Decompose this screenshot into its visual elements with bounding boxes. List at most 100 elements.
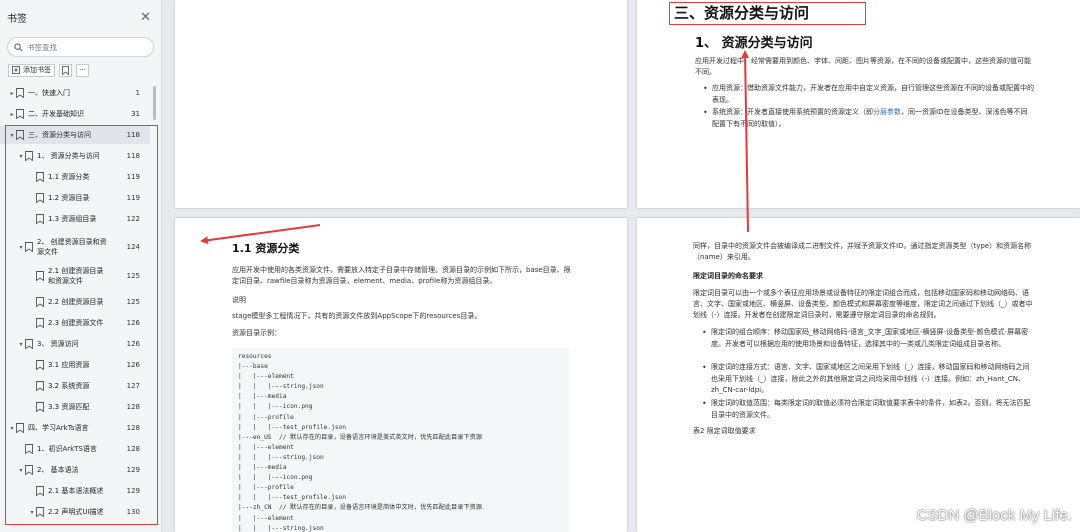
document-page-top-left (175, 0, 627, 208)
bookmark-item-page: 1 (135, 89, 140, 97)
expand-down-icon[interactable]: ▾ (8, 425, 16, 432)
bookmark-icon (36, 381, 44, 391)
expand-down-icon[interactable]: ▾ (8, 132, 16, 139)
bookmark-item-page: 128 (126, 424, 140, 432)
bookmark-item-label: 1.3 资源组目录 (48, 215, 97, 223)
bookmark-icon (36, 214, 44, 224)
bookmark-icon (36, 271, 44, 281)
bookmark-search-input[interactable] (27, 42, 137, 52)
resource-id-paragraph: 同样，目录中的资源文件会被编译成二进制文件，并赋予资源文件ID。通过指定资源类型… (693, 242, 1032, 262)
add-bookmark-icon (12, 66, 20, 74)
stage-note: stage模型多工程情况下，共有的资源文件放到AppScope下的resourc… (232, 312, 482, 320)
bookmark-panel: 书签 ✕ 添加书签 ··· ▸ 一、快速入门 1 ▸ 二、开发基础知识 31 ▾ 三、资源分类… (0, 0, 162, 532)
bookmark-item-page: 31 (131, 110, 140, 118)
bullet-text-pre: 系统资源：开发者直接使用系统预置的资源定义（即 (712, 108, 873, 116)
bookmark-item-page: 124 (126, 243, 140, 251)
bookmark-icon (36, 193, 44, 203)
bookmark-item[interactable]: ▾ 3、 资源访问 126 (0, 335, 150, 353)
bookmark-icon (36, 360, 44, 370)
expand-down-icon[interactable]: ▾ (17, 341, 25, 348)
bookmark-icon (36, 172, 44, 182)
bookmark-icon (36, 402, 44, 412)
bullet-app-resource: 应用资源：借助资源文件能力，开发者在应用中自定义资源，自行管理这些资源在不同的设… (703, 83, 1034, 106)
subsection-heading: 1.1 资源分类 (232, 242, 300, 255)
bookmark-icon (25, 465, 33, 475)
bookmark-search-box[interactable] (7, 37, 154, 57)
bookmark-toolbar: 添加书签 ··· (8, 63, 161, 77)
bookmark-item[interactable]: 2.3 创建资源文件 126 (0, 314, 150, 332)
bookmark-item-label: 2、 基本语法 (37, 466, 79, 474)
bookmark-item[interactable]: ▸ 二、开发基础知识 31 (0, 105, 150, 123)
more-button[interactable]: ··· (76, 63, 89, 77)
bullet-value-range: 限定词的取值范围：每类限定词的取值必须符合限定词取值要求表中的条件，如表2。否则… (702, 398, 1035, 421)
bookmark-icon (62, 65, 69, 75)
bookmark-item-label: 2.1 创建资源目录和资源文件 (48, 267, 104, 285)
bookmark-item-label: 3、 资源访问 (37, 340, 79, 348)
bookmark-item-label: 1、 资源分类与访问 (37, 152, 100, 160)
bookmark-item[interactable]: 1、初识ArkTS语言 128 (0, 440, 150, 458)
watermark: CSDN @Block My Life. (916, 507, 1072, 524)
layered-params-link[interactable]: 分层参数 (873, 108, 901, 116)
bookmark-icon (16, 88, 24, 98)
bookmark-item-page: 119 (126, 194, 140, 202)
bookmark-item[interactable]: 1.2 资源目录 119 (0, 189, 150, 207)
bullet-system-resource: 系统资源：开发者直接使用系统预置的资源定义（即分层参数，同一资源ID在设备类型、… (703, 107, 1034, 130)
bookmark-icon (36, 507, 44, 517)
bookmark-item-page: 122 (126, 215, 140, 223)
expand-down-icon[interactable]: ▾ (17, 153, 25, 160)
bookmark-item-label: 2.3 创建资源文件 (48, 319, 104, 327)
bookmark-item[interactable]: ▾ 2、 基本语法 129 (0, 461, 150, 479)
bookmark-scrollbar[interactable] (153, 86, 156, 120)
bookmark-item-page: 128 (126, 445, 140, 453)
expand-right-icon[interactable]: ▸ (8, 90, 16, 97)
bookmark-item-page: 128 (126, 403, 140, 411)
bookmark-icon (25, 444, 33, 454)
add-bookmark-button[interactable]: 添加书签 (8, 63, 55, 77)
bookmark-item[interactable]: ▾ 四、学习ArkTs语言 128 (0, 419, 150, 437)
bookmark-item[interactable]: 2.2 创建资源目录 125 (0, 293, 150, 311)
bookmark-item-page: 126 (126, 340, 140, 348)
bookmark-item-label: 1.2 资源目录 (48, 194, 90, 202)
bullet-combination-order: 限定词的组合顺序：移动国家码_移动网络码-语言_文字_国家或地区-横竖屏-设备类… (702, 327, 1035, 350)
document-page-bottom-left: 1.1 资源分类 应用开发中使用的各类资源文件，需要放入特定子目录中存储管理。资… (175, 218, 627, 532)
document-page-bottom-right: 同样，目录中的资源文件会被编译成二进制文件，并赋予资源文件ID。通过指定资源类型… (637, 218, 1080, 532)
bookmark-item-label: 1.1 资源分类 (48, 173, 90, 181)
bookmark-icon (16, 130, 24, 140)
bookmark-item[interactable]: 1.3 资源组目录 122 (0, 210, 150, 228)
bookmark-item[interactable]: ▸ 一、快速入门 1 (0, 84, 150, 102)
code-text: resources |---base | |---element | | |--… (238, 353, 482, 532)
bookmark-item[interactable]: 1.1 资源分类 119 (0, 168, 150, 186)
bookmark-item[interactable]: 2.1 基本语法概述 129 (0, 482, 150, 500)
bookmark-button[interactable] (59, 63, 72, 77)
bookmark-item[interactable]: ▾ 三、资源分类与访问 118 (0, 126, 150, 144)
expand-down-icon[interactable]: ▾ (17, 244, 25, 251)
document-page-top-right: 三、资源分类与访问 1、 资源分类与访问 应用开发过程中，经常需要用到颜色、字体… (637, 0, 1080, 208)
bookmark-item-page: 129 (126, 487, 140, 495)
search-icon (14, 42, 23, 51)
bookmark-panel-title: 书签 (7, 13, 27, 25)
bookmark-icon (16, 109, 24, 119)
bookmark-item-label: 2.2 创建资源目录 (48, 298, 104, 306)
bookmark-item[interactable]: 3.1 应用资源 126 (0, 356, 150, 374)
bookmark-icon (36, 318, 44, 328)
table-caption: 表2 限定词取值要求 (693, 427, 756, 435)
example-label: 资源目录示例： (232, 329, 281, 337)
bookmark-item-page: 125 (126, 298, 140, 306)
expand-down-icon[interactable]: ▾ (28, 509, 36, 516)
qualifier-naming-title: 限定词目录的命名要求 (693, 272, 763, 280)
bookmark-item[interactable]: ▾ 2.2 声明式UI描述 130 (0, 503, 150, 521)
expand-down-icon[interactable]: ▾ (17, 467, 25, 474)
bookmark-item[interactable]: ▾ 1、 资源分类与访问 118 (0, 147, 150, 165)
close-icon[interactable]: ✕ (140, 10, 151, 25)
bullet-connection: 限定词的连接方式：语言、文字、国家或地区之间采用下划线（_）连接，移动国家码和移… (702, 362, 1035, 397)
bookmark-item-page: 130 (126, 508, 140, 516)
bookmark-item-label: 一、快速入门 (28, 89, 70, 97)
bookmark-item[interactable]: ▾ 2、 创建资源目录和资源文件 124 (0, 237, 150, 257)
intro-paragraph: 应用开发过程中，经常需要用到颜色、字体、间距、图片等资源，在不同的设备或配置中，… (695, 57, 1031, 77)
bookmark-item[interactable]: 3.3 资源匹配 128 (0, 398, 150, 416)
section-heading: 1、 资源分类与访问 (695, 36, 813, 51)
expand-right-icon[interactable]: ▸ (8, 111, 16, 118)
bookmark-item[interactable]: 3.2 系统资源 127 (0, 377, 150, 395)
bookmark-item-page: 129 (126, 466, 140, 474)
bookmark-item[interactable]: 2.1 创建资源目录和资源文件 125 (0, 266, 150, 286)
